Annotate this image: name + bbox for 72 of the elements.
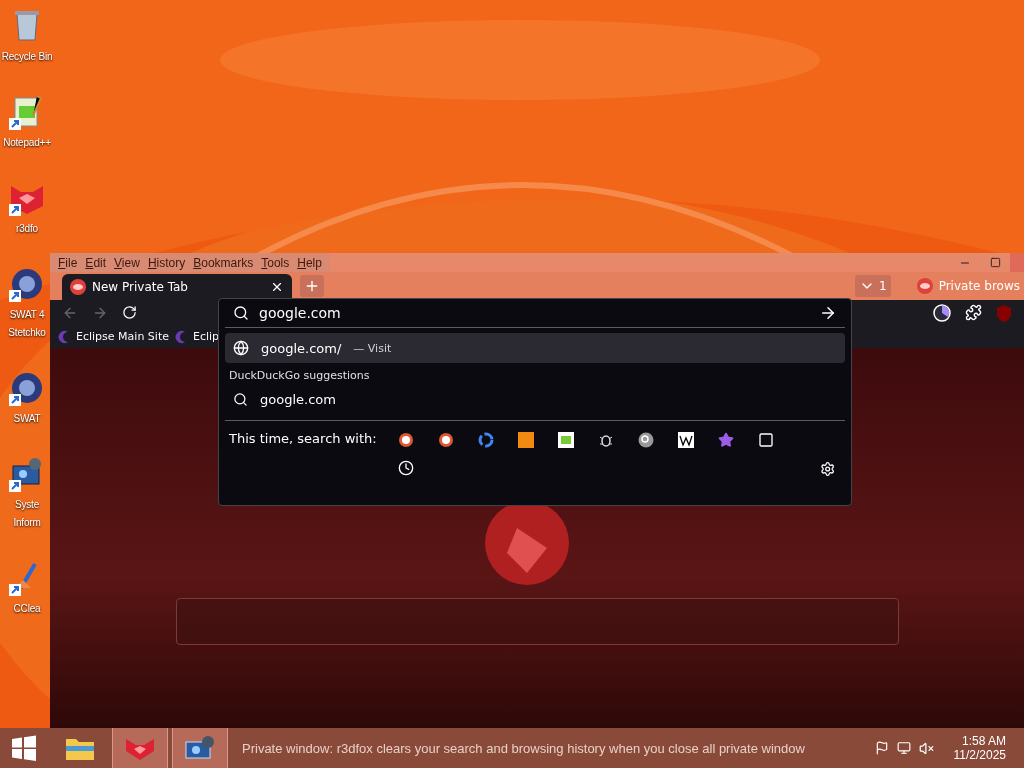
- engine-button[interactable]: [756, 431, 775, 449]
- bookmark[interactable]: Eclip: [174, 329, 220, 344]
- tab-list-button[interactable]: 1: [855, 275, 891, 297]
- result-row[interactable]: google.com/ — Visit: [225, 333, 845, 363]
- private-mask-icon: [916, 278, 933, 294]
- computer-gear-icon: [184, 734, 216, 762]
- new-tab-button[interactable]: [300, 275, 324, 297]
- suggestion-row[interactable]: google.com: [225, 384, 845, 414]
- globe-icon: [233, 340, 249, 356]
- icon-label: Stetchko: [8, 326, 46, 340]
- duck-icon: [437, 432, 454, 448]
- clock-date: 11/2/2025: [953, 748, 1006, 762]
- clock-icon: [397, 460, 414, 476]
- engine-button[interactable]: [556, 431, 575, 449]
- flag-icon[interactable]: [874, 741, 889, 755]
- private-browsing-indicator: Private brows: [912, 275, 1024, 297]
- google-icon: [477, 432, 494, 448]
- section-heading: DuckDuckGo suggestions: [228, 368, 371, 384]
- clock-time: 1:58 AM: [961, 734, 1006, 748]
- engine-button[interactable]: [516, 431, 535, 449]
- search-icon: [233, 305, 249, 321]
- browser-tab[interactable]: New Private Tab: [62, 274, 292, 300]
- suggestion-text: google.com: [260, 391, 336, 407]
- icon-label: CClea: [13, 602, 41, 616]
- menu-item[interactable]: File: [54, 255, 82, 270]
- engine-button[interactable]: [636, 431, 655, 449]
- duck-icon: [397, 432, 414, 448]
- star-icon: [717, 432, 734, 448]
- search-with-label: This time, search with:: [229, 431, 377, 448]
- go-arrow-icon[interactable]: [819, 304, 837, 322]
- engine-button[interactable]: [676, 431, 695, 449]
- puzzle-icon[interactable]: [965, 304, 982, 321]
- menu-item[interactable]: Bookmarks: [189, 255, 258, 270]
- icon-label: Syste: [15, 498, 39, 512]
- icon-label: Inform: [13, 516, 41, 530]
- maximize-icon: [989, 257, 1001, 268]
- search-icon: [637, 432, 654, 448]
- wikipedia-icon: [677, 432, 694, 448]
- icon-label: SWAT: [13, 412, 41, 426]
- icon-label: Notepad++: [3, 136, 51, 150]
- engine-button[interactable]: [396, 431, 415, 449]
- engine-button[interactable]: [436, 431, 455, 449]
- engine-logo-icon: [517, 432, 534, 448]
- search-field[interactable]: [175, 598, 899, 645]
- menu-item[interactable]: Edit: [81, 255, 111, 270]
- engine-button[interactable]: [396, 459, 415, 477]
- bookmark[interactable]: Eclipse Main Site: [58, 329, 169, 344]
- network-icon[interactable]: [896, 741, 911, 755]
- result-title: google.com/: [261, 340, 342, 356]
- pie-chart-icon[interactable]: [933, 303, 951, 322]
- close-icon[interactable]: [270, 280, 284, 294]
- engine-logo-icon: [557, 432, 574, 448]
- icon-label: Recycle Bin: [1, 50, 53, 64]
- settings-icon[interactable]: [819, 461, 835, 477]
- muted-speaker-icon[interactable]: [918, 740, 934, 756]
- icon-label: r3dfo: [16, 222, 38, 236]
- bug-icon: [597, 432, 614, 448]
- menu-item[interactable]: View: [110, 255, 144, 270]
- result-action: — Visit: [353, 341, 392, 355]
- taskbar-app[interactable]: [172, 728, 228, 768]
- search-icon: [233, 391, 248, 407]
- tab-icon: [757, 432, 774, 448]
- icon-label: SWAT 4: [9, 308, 45, 322]
- reload-icon[interactable]: [122, 305, 137, 320]
- private-mask-icon: [70, 279, 86, 295]
- windows-logo-icon: [11, 735, 37, 761]
- plus-icon: [304, 278, 320, 294]
- tab-title: New Private Tab: [92, 280, 189, 294]
- menu-item[interactable]: History: [143, 255, 190, 270]
- menu-item[interactable]: Help: [293, 255, 326, 270]
- tooltip-text: Private window: r3dfox clears your search and browsing history when you close all private window: [242, 740, 805, 756]
- menu-item[interactable]: Tools: [257, 255, 294, 270]
